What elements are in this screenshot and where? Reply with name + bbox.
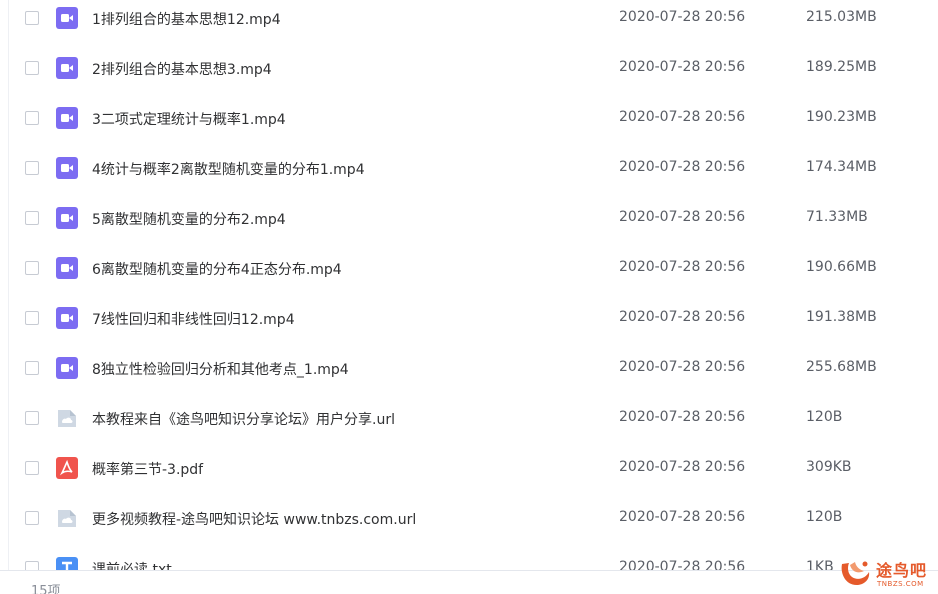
file-row[interactable]: 5离散型随机变量的分布2.mp4 2020-07-28 20:56 71.33MB	[0, 193, 938, 243]
row-checkbox[interactable]	[25, 561, 39, 570]
file-size: 255.68MB	[806, 359, 877, 375]
file-name[interactable]: 6离散型随机变量的分布4正态分布.mp4	[92, 259, 342, 279]
file-date: 2020-07-28 20:56	[619, 209, 746, 225]
file-row[interactable]: 1排列组合的基本思想12.mp4 2020-07-28 20:56 215.03MB	[0, 0, 938, 43]
file-name[interactable]: 1排列组合的基本思想12.mp4	[92, 9, 281, 29]
video-file-icon	[56, 357, 78, 379]
link-file-icon	[56, 507, 78, 529]
file-date: 2020-07-28 20:56	[619, 309, 746, 325]
file-size: 120B	[806, 409, 843, 425]
file-name[interactable]: 8独立性检验回归分析和其他考点_1.mp4	[92, 359, 349, 379]
file-size: 174.34MB	[806, 159, 877, 175]
row-checkbox[interactable]	[25, 61, 39, 75]
file-manager-page: 1排列组合的基本思想12.mp4 2020-07-28 20:56 215.03MB…	[0, 0, 938, 594]
video-file-icon	[56, 207, 78, 229]
video-file-icon	[56, 57, 78, 79]
row-checkbox[interactable]	[25, 311, 39, 325]
file-name[interactable]: 更多视频教程-途鸟吧知识论坛 www.tnbzs.com.url	[92, 509, 416, 529]
file-row[interactable]: 更多视频教程-途鸟吧知识论坛 www.tnbzs.com.url 2020-07-…	[0, 493, 938, 543]
row-checkbox[interactable]	[25, 511, 39, 525]
file-date: 2020-07-28 20:56	[619, 59, 746, 75]
file-name[interactable]: 4统计与概率2离散型随机变量的分布1.mp4	[92, 159, 365, 179]
row-checkbox[interactable]	[25, 211, 39, 225]
file-row[interactable]: 6离散型随机变量的分布4正态分布.mp4 2020-07-28 20:56 190.…	[0, 243, 938, 293]
row-checkbox[interactable]	[25, 411, 39, 425]
file-row[interactable]: 2排列组合的基本思想3.mp4 2020-07-28 20:56 189.25MB	[0, 43, 938, 93]
video-file-icon	[56, 157, 78, 179]
watermark-text: 途鸟吧	[876, 561, 928, 580]
file-name[interactable]: 本教程来自《途鸟吧知识分享论坛》用户分享.url	[92, 409, 395, 429]
file-date: 2020-07-28 20:56	[619, 359, 746, 375]
file-name[interactable]: 概率第三节-3.pdf	[92, 459, 203, 479]
file-date: 2020-07-28 20:56	[619, 109, 746, 125]
file-row[interactable]: 课前必读.txt 2020-07-28 20:56 1KB	[0, 543, 938, 570]
row-checkbox[interactable]	[25, 161, 39, 175]
row-checkbox[interactable]	[25, 261, 39, 275]
row-checkbox[interactable]	[25, 361, 39, 375]
file-size: 190.23MB	[806, 109, 877, 125]
video-file-icon	[56, 257, 78, 279]
pdf-file-icon	[56, 457, 78, 479]
watermark-logo: 途鸟吧 TNBZS.COM	[836, 552, 936, 592]
item-count-label: 15项	[31, 584, 61, 594]
file-name[interactable]: 2排列组合的基本思想3.mp4	[92, 59, 272, 79]
file-name[interactable]: 5离散型随机变量的分布2.mp4	[92, 209, 286, 229]
file-row[interactable]: 7线性回归和非线性回归12.mp4 2020-07-28 20:56 191.38M…	[0, 293, 938, 343]
file-name[interactable]: 课前必读.txt	[92, 559, 172, 570]
text-file-icon	[56, 557, 78, 570]
file-size: 120B	[806, 509, 843, 525]
file-row[interactable]: 概率第三节-3.pdf 2020-07-28 20:56 309KB	[0, 443, 938, 493]
video-file-icon	[56, 107, 78, 129]
file-name[interactable]: 3二项式定理统计与概率1.mp4	[92, 109, 286, 129]
status-footer: 15项	[0, 570, 938, 594]
file-size: 189.25MB	[806, 59, 877, 75]
file-size: 215.03MB	[806, 9, 877, 25]
file-size: 1KB	[806, 559, 834, 570]
bird-logo-icon	[841, 561, 870, 586]
file-size: 309KB	[806, 459, 852, 475]
file-date: 2020-07-28 20:56	[619, 259, 746, 275]
file-size: 71.33MB	[806, 209, 868, 225]
link-file-icon	[56, 407, 78, 429]
file-date: 2020-07-28 20:56	[619, 509, 746, 525]
watermark-subtext: TNBZS.COM	[877, 580, 924, 588]
file-size: 190.66MB	[806, 259, 877, 275]
file-row[interactable]: 4统计与概率2离散型随机变量的分布1.mp4 2020-07-28 20:56 17…	[0, 143, 938, 193]
file-list: 1排列组合的基本思想12.mp4 2020-07-28 20:56 215.03MB…	[0, 0, 938, 570]
file-row[interactable]: 3二项式定理统计与概率1.mp4 2020-07-28 20:56 190.23MB	[0, 93, 938, 143]
row-checkbox[interactable]	[25, 111, 39, 125]
row-checkbox[interactable]	[25, 461, 39, 475]
file-date: 2020-07-28 20:56	[619, 559, 746, 570]
row-checkbox[interactable]	[25, 11, 39, 25]
file-date: 2020-07-28 20:56	[619, 459, 746, 475]
file-size: 191.38MB	[806, 309, 877, 325]
video-file-icon	[56, 7, 78, 29]
file-row[interactable]: 8独立性检验回归分析和其他考点_1.mp4 2020-07-28 20:56 255…	[0, 343, 938, 393]
file-date: 2020-07-28 20:56	[619, 159, 746, 175]
file-name[interactable]: 7线性回归和非线性回归12.mp4	[92, 309, 295, 329]
file-date: 2020-07-28 20:56	[619, 409, 746, 425]
file-row[interactable]: 本教程来自《途鸟吧知识分享论坛》用户分享.url 2020-07-28 20:56…	[0, 393, 938, 443]
video-file-icon	[56, 307, 78, 329]
file-date: 2020-07-28 20:56	[619, 9, 746, 25]
